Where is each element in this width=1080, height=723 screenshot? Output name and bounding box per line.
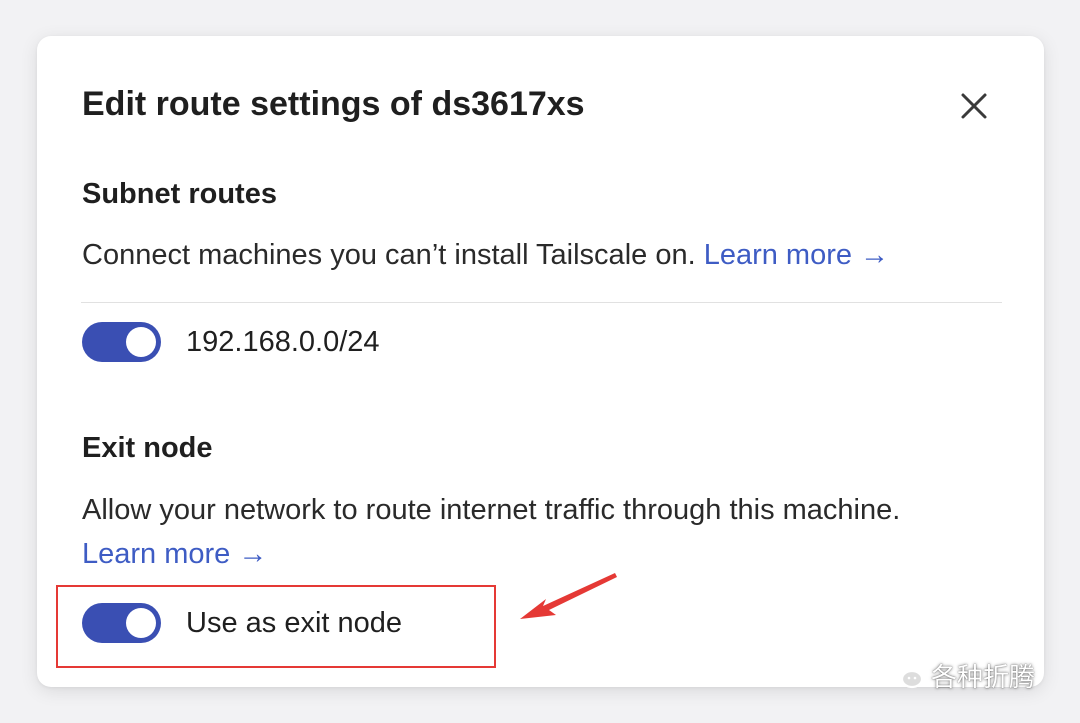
exit-node-description-text: Allow your network to route internet tra…	[82, 494, 901, 526]
wechat-icon	[885, 659, 924, 689]
close-button[interactable]	[954, 86, 994, 126]
subnet-routes-heading: Subnet routes	[82, 178, 277, 210]
section-divider	[81, 302, 1002, 303]
red-arrow-annotation	[520, 573, 617, 619]
subnet-route-toggle[interactable]	[82, 322, 161, 362]
watermark-text: 各种折腾	[931, 662, 1036, 693]
subnet-description-text: Connect machines you can’t install Tails…	[82, 239, 696, 271]
exit-node-heading: Exit node	[82, 432, 213, 464]
toggle-knob	[126, 327, 156, 357]
watermark: 各种折腾	[885, 655, 1035, 695]
subnet-route-row: 192.168.0.0/24	[82, 322, 380, 362]
dialog-title: Edit route settings of ds3617xs	[82, 85, 585, 123]
subnet-routes-description: Connect machines you can’t install Tails…	[82, 233, 889, 277]
exit-node-learn-more-link[interactable]: Learn more →	[82, 538, 267, 570]
close-icon	[961, 93, 987, 119]
subnet-route-label: 192.168.0.0/24	[186, 325, 380, 358]
highlight-annotation-box	[56, 585, 496, 668]
exit-node-description: Allow your network to route internet tra…	[82, 488, 902, 576]
subnet-learn-more-link[interactable]: Learn more →	[704, 239, 889, 271]
